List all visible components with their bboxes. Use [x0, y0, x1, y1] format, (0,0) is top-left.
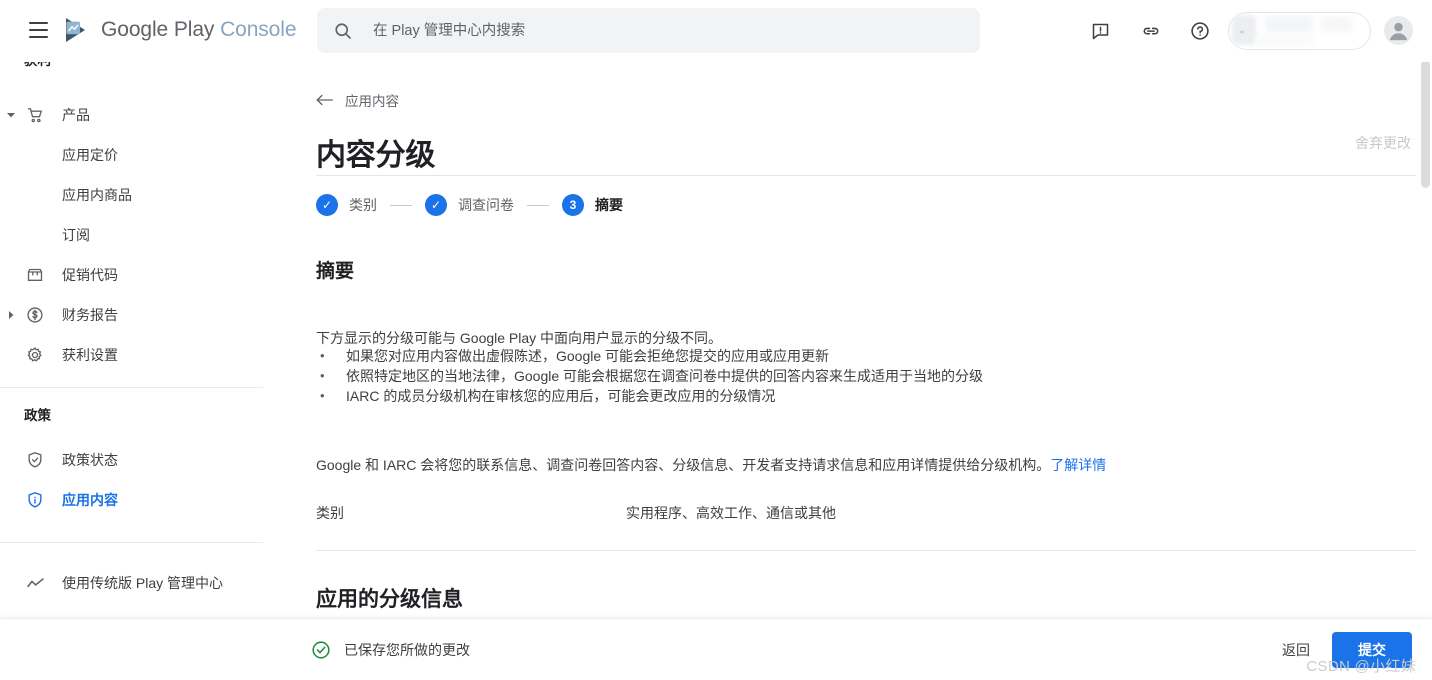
breadcrumb[interactable]: 应用内容	[316, 90, 399, 110]
dollar-circle-icon	[24, 304, 46, 326]
category-key: 类别	[316, 505, 344, 521]
trend-line-icon	[24, 572, 46, 594]
sidebar-item-label: 应用内商品	[62, 187, 132, 203]
sidebar-section-policy: 政策	[24, 408, 51, 423]
chevron-right-icon[interactable]	[4, 308, 18, 322]
menu-bar-3	[28, 36, 48, 38]
account-avatar-icon	[1389, 22, 1408, 41]
sidebar-item-financial-reports[interactable]: 财务报告	[0, 295, 263, 335]
play-console-logo-icon	[66, 18, 85, 42]
step-connector-2	[527, 204, 549, 206]
check-circle-icon	[312, 640, 330, 659]
sidebar-item-monetization-setup[interactable]: 获利设置	[0, 335, 263, 375]
sidebar-item-promo-codes[interactable]: 促销代码	[0, 255, 263, 295]
sidebar-item-label: 政策状态	[62, 452, 118, 468]
step-marker: ✓	[316, 194, 338, 216]
category-divider	[316, 550, 1416, 551]
breadcrumb-label: 应用内容	[345, 94, 399, 109]
step-category[interactable]: ✓ 类别	[316, 194, 377, 216]
menu-bar-1	[28, 22, 48, 24]
save-status-label: 已保存您所做的更改	[344, 641, 470, 658]
brand-text: Google Play Console	[101, 16, 297, 44]
search-icon	[335, 22, 351, 39]
list-item: 依照特定地区的当地法律，Google 可能会根据您在调查问卷中提供的回答内容来生…	[316, 366, 1116, 386]
search-bar[interactable]	[317, 8, 980, 53]
hamburger-menu-icon[interactable]	[22, 14, 54, 46]
arrow-left-icon	[316, 94, 333, 106]
consent-body: Google 和 IARC 会将您的联系信息、调查问卷回答内容、分级信息、开发者…	[316, 457, 1051, 473]
search-input[interactable]	[371, 8, 964, 53]
summary-bullet-list: 如果您对应用内容做出虚假陈述，Google 可能会拒绝您提交的应用或应用更新 依…	[316, 346, 1116, 406]
store-icon	[24, 264, 46, 286]
ratings-heading: 应用的分级信息	[316, 588, 463, 612]
sidebar-item-label: 应用定价	[62, 147, 118, 163]
sidebar-item-label: 促销代码	[62, 267, 118, 283]
main-content: 应用内容 内容分级 舍弃更改 ✓ 类别 ✓ 调查问卷 3 摘要 摘要 下方显示的…	[263, 62, 1432, 618]
step-label: 调查问卷	[458, 197, 514, 213]
page-title: 内容分级	[316, 139, 436, 173]
sidebar-item-app-content[interactable]: 应用内容	[0, 480, 263, 520]
step-label: 摘要	[595, 197, 623, 213]
shield-check-icon	[24, 449, 46, 471]
category-value: 实用程序、高效工作、通信或其他	[626, 505, 836, 521]
step-connector-1	[390, 204, 412, 206]
app-selector[interactable]	[1228, 12, 1371, 50]
stepper: ✓ 类别 ✓ 调查问卷 3 摘要	[316, 194, 623, 216]
save-status: 已保存您所做的更改	[310, 639, 470, 661]
header-divider	[316, 175, 1416, 176]
menu-bar-2	[28, 29, 48, 31]
sidebar-item-app-pricing[interactable]: 应用定价	[0, 135, 263, 175]
app-name-redacted	[1265, 16, 1313, 33]
left-sidebar: 获利 产品 应用定价 应用内商品 订阅	[0, 44, 263, 638]
step-summary[interactable]: 3 摘要	[562, 194, 623, 216]
discard-changes-button[interactable]: 舍弃更改	[1355, 133, 1411, 153]
step-marker: ✓	[425, 194, 447, 216]
sidebar-item-label: 获利设置	[62, 347, 118, 363]
brand-console: Console	[220, 18, 297, 41]
sidebar-divider-1	[0, 387, 263, 388]
scrollbar-thumb[interactable]	[1421, 60, 1430, 188]
learn-more-link[interactable]: 了解详情	[1050, 457, 1106, 473]
sidebar-item-policy-status[interactable]: 政策状态	[0, 440, 263, 480]
app-dot-artifact	[1240, 31, 1244, 33]
sidebar-item-products[interactable]: 产品	[0, 95, 263, 135]
help-circle-icon[interactable]	[1185, 16, 1215, 46]
summary-heading: 摘要	[316, 260, 355, 282]
submit-button[interactable]: 提交	[1332, 631, 1412, 668]
feedback-icon[interactable]	[1085, 16, 1115, 46]
page-scrollbar[interactable]	[1417, 44, 1432, 638]
step-marker: 3	[562, 194, 584, 216]
gear-icon	[24, 344, 46, 366]
top-app-bar: Google Play Console	[0, 0, 1432, 62]
shopping-cart-icon	[24, 104, 46, 126]
category-row: 类别 实用程序、高效工作、通信或其他	[316, 503, 1416, 523]
step-questionnaire[interactable]: ✓ 调查问卷	[425, 194, 514, 216]
sidebar-item-label: 订阅	[62, 227, 90, 243]
sidebar-item-subscriptions[interactable]: 订阅	[0, 215, 263, 255]
list-item: IARC 的成员分级机构在审核您的应用后，可能会更改应用的分级情况	[316, 386, 1116, 406]
sidebar-item-label: 应用内容	[62, 492, 118, 508]
play-console-window: Google Play Console 在 Play 管理中心内搜索 产品 应用…	[0, 0, 1432, 680]
brand-google-play: Google Play	[101, 18, 215, 41]
app-subtitle-redacted	[1255, 35, 1313, 47]
link-icon[interactable]	[1136, 16, 1166, 46]
app-icon-redacted	[1232, 15, 1256, 45]
avatar[interactable]	[1384, 16, 1413, 45]
info-shield-icon	[24, 489, 46, 511]
sidebar-divider-2	[0, 542, 263, 543]
chevron-down-icon[interactable]	[4, 108, 18, 122]
sidebar-item-in-app-products[interactable]: 应用内商品	[0, 175, 263, 215]
step-label: 类别	[349, 197, 377, 213]
brand-logo[interactable]: Google Play Console	[63, 16, 297, 44]
back-button[interactable]: 返回	[1270, 632, 1322, 668]
consent-text: Google 和 IARC 会将您的联系信息、调查问卷回答内容、分级信息、开发者…	[316, 455, 1106, 476]
sidebar-item-legacy-console[interactable]: 使用传统版 Play 管理中心	[0, 563, 263, 603]
app-name-redacted-2	[1321, 17, 1353, 32]
bottom-action-bar: 已保存您所做的更改 返回 提交	[0, 618, 1432, 680]
list-item: 如果您对应用内容做出虚假陈述，Google 可能会拒绝您提交的应用或应用更新	[316, 346, 1116, 366]
